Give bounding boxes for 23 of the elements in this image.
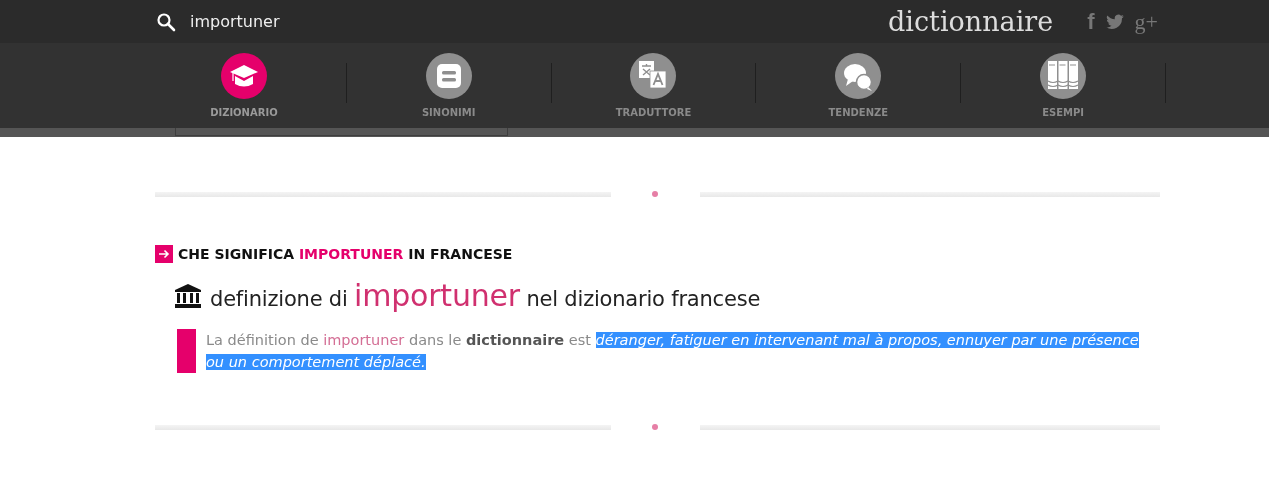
google-plus-link[interactable]: g+ [1134,9,1158,34]
translate-icon [630,53,677,99]
nav-tab[interactable]: ESEMPI [1040,53,1087,125]
nav-tab[interactable]: DIZIONARIO [210,53,278,125]
books-icon [1040,53,1087,99]
nav-tab[interactable]: SINONIMI [421,53,476,125]
definition-text: La définition de importuner dans le dictionnaire est déranger, fatiguer en intervenant mal à propos, ennuyer par une présence ou un comportement déplacé. [206,331,1140,372]
nav-tab[interactable]: TENDENZE [828,53,889,125]
bird-icon[interactable] [1104,13,1125,30]
quote-bar [177,329,196,373]
separator-dot [652,191,658,197]
speech-bubbles-icon [835,53,882,99]
facebook-link[interactable]: f [1087,9,1095,34]
search-icon[interactable] [156,11,176,32]
site-logo[interactable]: dictionnaire [888,6,1054,37]
section-heading: CHE SIGNIFICA IMPORTUNER IN FRANCESE [178,246,513,262]
separator-dot [652,424,658,430]
equals-icon [425,53,472,99]
nav-tab[interactable]: TRADUTTORE [615,53,692,125]
institution-icon [175,283,201,308]
search-field[interactable]: importuner [190,12,470,31]
graduation-cap-icon [220,53,267,99]
definition-title: definizione di importuner nel dizionario francese [210,278,761,313]
